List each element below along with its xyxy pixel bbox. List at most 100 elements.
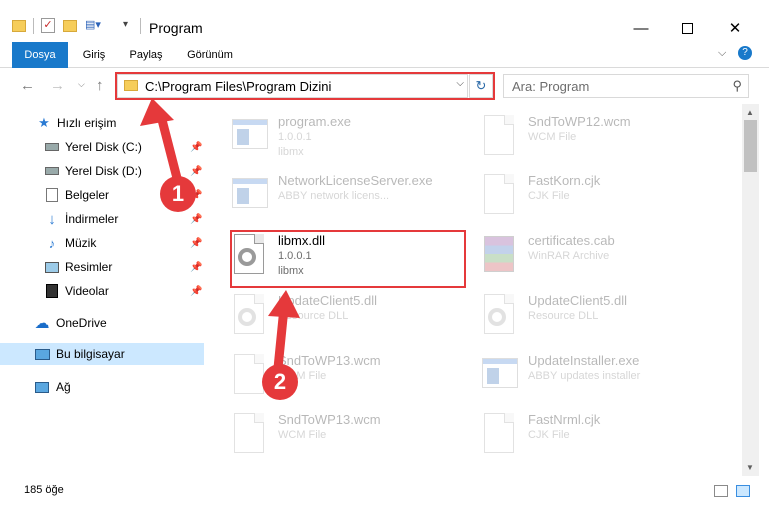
sidebar-item-quick-access[interactable]: ★ Hızlı erişim: [0, 112, 204, 134]
tab-dosya[interactable]: Dosya: [12, 42, 68, 68]
sidebar-item-pictures[interactable]: Resimler 📌: [0, 256, 204, 278]
dll-gear-icon: [230, 294, 268, 338]
music-icon: ♪: [48, 235, 56, 251]
file-tile[interactable]: UpdateInstaller.exe ABBY updates install…: [480, 351, 720, 407]
file-tile[interactable]: FastKorn.cjk CJK File: [480, 171, 720, 227]
refresh-button[interactable]: ↻: [469, 74, 493, 98]
sidebar-item-label: Müzik: [65, 236, 97, 250]
sidebar-item-music[interactable]: ♪ Müzik 📌: [0, 232, 204, 254]
sidebar-item-network[interactable]: Ağ: [0, 376, 204, 398]
file-name: program.exe: [278, 114, 351, 129]
document-icon: [480, 413, 518, 457]
back-button[interactable]: ←: [20, 77, 35, 94]
address-highlight-box: [115, 72, 495, 100]
cloud-icon: ☁: [34, 315, 50, 332]
file-tile[interactable]: certificates.cab WinRAR Archive: [480, 231, 720, 287]
file-tile[interactable]: SndToWP12.wcm WCM File: [480, 112, 720, 168]
disk-icon: [44, 139, 60, 155]
scroll-down-icon[interactable]: ▼: [746, 463, 754, 472]
search-placeholder: Ara: Program: [512, 79, 590, 94]
view-dropdown-icon[interactable]: ▤▾: [85, 18, 113, 34]
search-input[interactable]: Ara: Program ⚲: [503, 74, 749, 98]
separator: [33, 18, 34, 34]
file-name: NetworkLicenseServer.exe: [278, 173, 433, 188]
file-type: Resource DLL: [278, 310, 349, 322]
pictures-icon: [44, 259, 60, 275]
maximize-icon: [681, 22, 693, 34]
file-type: ABBY updates installer: [528, 370, 641, 382]
vertical-scrollbar[interactable]: ▲ ▼: [742, 104, 759, 476]
sidebar-item-videos[interactable]: Videolar 📌: [0, 280, 204, 302]
file-name: UpdateClient5.dll: [278, 293, 378, 308]
tab-giris[interactable]: Giriş: [74, 42, 114, 68]
step-badge-1: 1: [160, 176, 196, 212]
file-type: ABBY network licens...: [278, 190, 390, 202]
file-name: FastNrml.cjk: [528, 412, 601, 427]
pin-icon[interactable]: 📌: [190, 142, 202, 153]
forward-button[interactable]: →: [50, 77, 65, 94]
document-icon: [230, 413, 268, 457]
file-name: certificates.cab: [528, 233, 615, 248]
pin-icon[interactable]: 📌: [190, 214, 202, 225]
sidebar-item-onedrive[interactable]: ☁ OneDrive: [0, 312, 204, 334]
ribbon: Dosya Giriş Paylaş Görünüm ⌵ ?: [0, 42, 769, 68]
file-tile[interactable]: UpdateClient5.dll Resource DLL: [480, 291, 720, 347]
tiles-view-icon[interactable]: [736, 485, 750, 497]
file-tile[interactable]: UpdateClient5.dll Resource DLL: [230, 291, 470, 347]
file-name: FastKorn.cjk: [528, 173, 601, 188]
pin-icon[interactable]: 📌: [190, 238, 202, 249]
step-badge-2: 2: [262, 364, 298, 400]
file-tile[interactable]: FastNrml.cjk CJK File: [480, 410, 720, 466]
minimize-button[interactable]: —: [618, 14, 664, 42]
tab-gorunum[interactable]: Görünüm: [180, 42, 240, 68]
sidebar-item-label: Yerel Disk (D:): [65, 164, 142, 178]
documents-icon: [44, 187, 60, 203]
minimize-icon: —: [633, 19, 649, 37]
sidebar-item-label: Ağ: [56, 380, 71, 394]
document-icon: [480, 115, 518, 159]
file-tile[interactable]: SndToWP13.wcm WCM File: [230, 410, 470, 466]
sidebar-item-label: Yerel Disk (C:): [65, 140, 142, 154]
search-icon: ⚲: [732, 78, 742, 93]
program-icon: [230, 115, 268, 159]
computer-icon: [34, 346, 50, 362]
close-button[interactable]: ✕: [712, 14, 758, 42]
star-icon: ★: [38, 115, 50, 130]
network-icon: [34, 379, 50, 395]
separator: [140, 18, 141, 34]
sidebar-item-label: Resimler: [65, 260, 113, 274]
sidebar-item-label: Videolar: [65, 284, 109, 298]
file-tile[interactable]: program.exe 1.0.0.1 libmx: [230, 112, 470, 168]
sidebar-item-disk-c[interactable]: Yerel Disk (C:) 📌: [0, 136, 204, 158]
pin-icon[interactable]: 📌: [190, 286, 202, 297]
sidebar-item-this-pc[interactable]: Bu bilgisayar: [0, 343, 204, 365]
disk-icon: [44, 163, 60, 179]
title-bar: ✓ ▤▾ ▾ Program — ✕: [0, 0, 769, 42]
tab-paylas[interactable]: Paylaş: [124, 42, 168, 68]
properties-icon[interactable]: ✓: [41, 18, 55, 33]
up-button[interactable]: ↑: [96, 77, 104, 94]
expand-ribbon-icon[interactable]: ⌵: [718, 47, 726, 60]
file-type: CJK File: [528, 429, 570, 441]
details-view-icon[interactable]: [714, 485, 728, 497]
document-icon: [480, 174, 518, 218]
file-tile[interactable]: NetworkLicenseServer.exe ABBY network li…: [230, 171, 470, 227]
download-icon: ↓: [48, 210, 56, 228]
new-folder-icon[interactable]: [63, 20, 77, 32]
exe-icon: [480, 354, 518, 398]
close-icon: ✕: [728, 20, 742, 37]
file-name: UpdateClient5.dll: [528, 293, 628, 308]
pin-icon[interactable]: 📌: [190, 262, 202, 273]
scroll-thumb[interactable]: [744, 120, 757, 172]
file-type: CJK File: [528, 190, 570, 202]
file-version: 1.0.0.1: [278, 131, 312, 143]
customize-toolbar-icon[interactable]: ▾: [123, 19, 128, 30]
file-name: SndToWP12.wcm: [528, 114, 631, 129]
help-icon[interactable]: ?: [738, 46, 752, 60]
pin-icon[interactable]: 📌: [190, 166, 202, 177]
file-type: Resource DLL: [528, 310, 599, 322]
item-count: 185 öğe: [24, 484, 64, 496]
scroll-up-icon[interactable]: ▲: [746, 108, 754, 117]
recent-locations-icon[interactable]: ⌵: [78, 79, 85, 90]
maximize-button[interactable]: [664, 14, 710, 42]
